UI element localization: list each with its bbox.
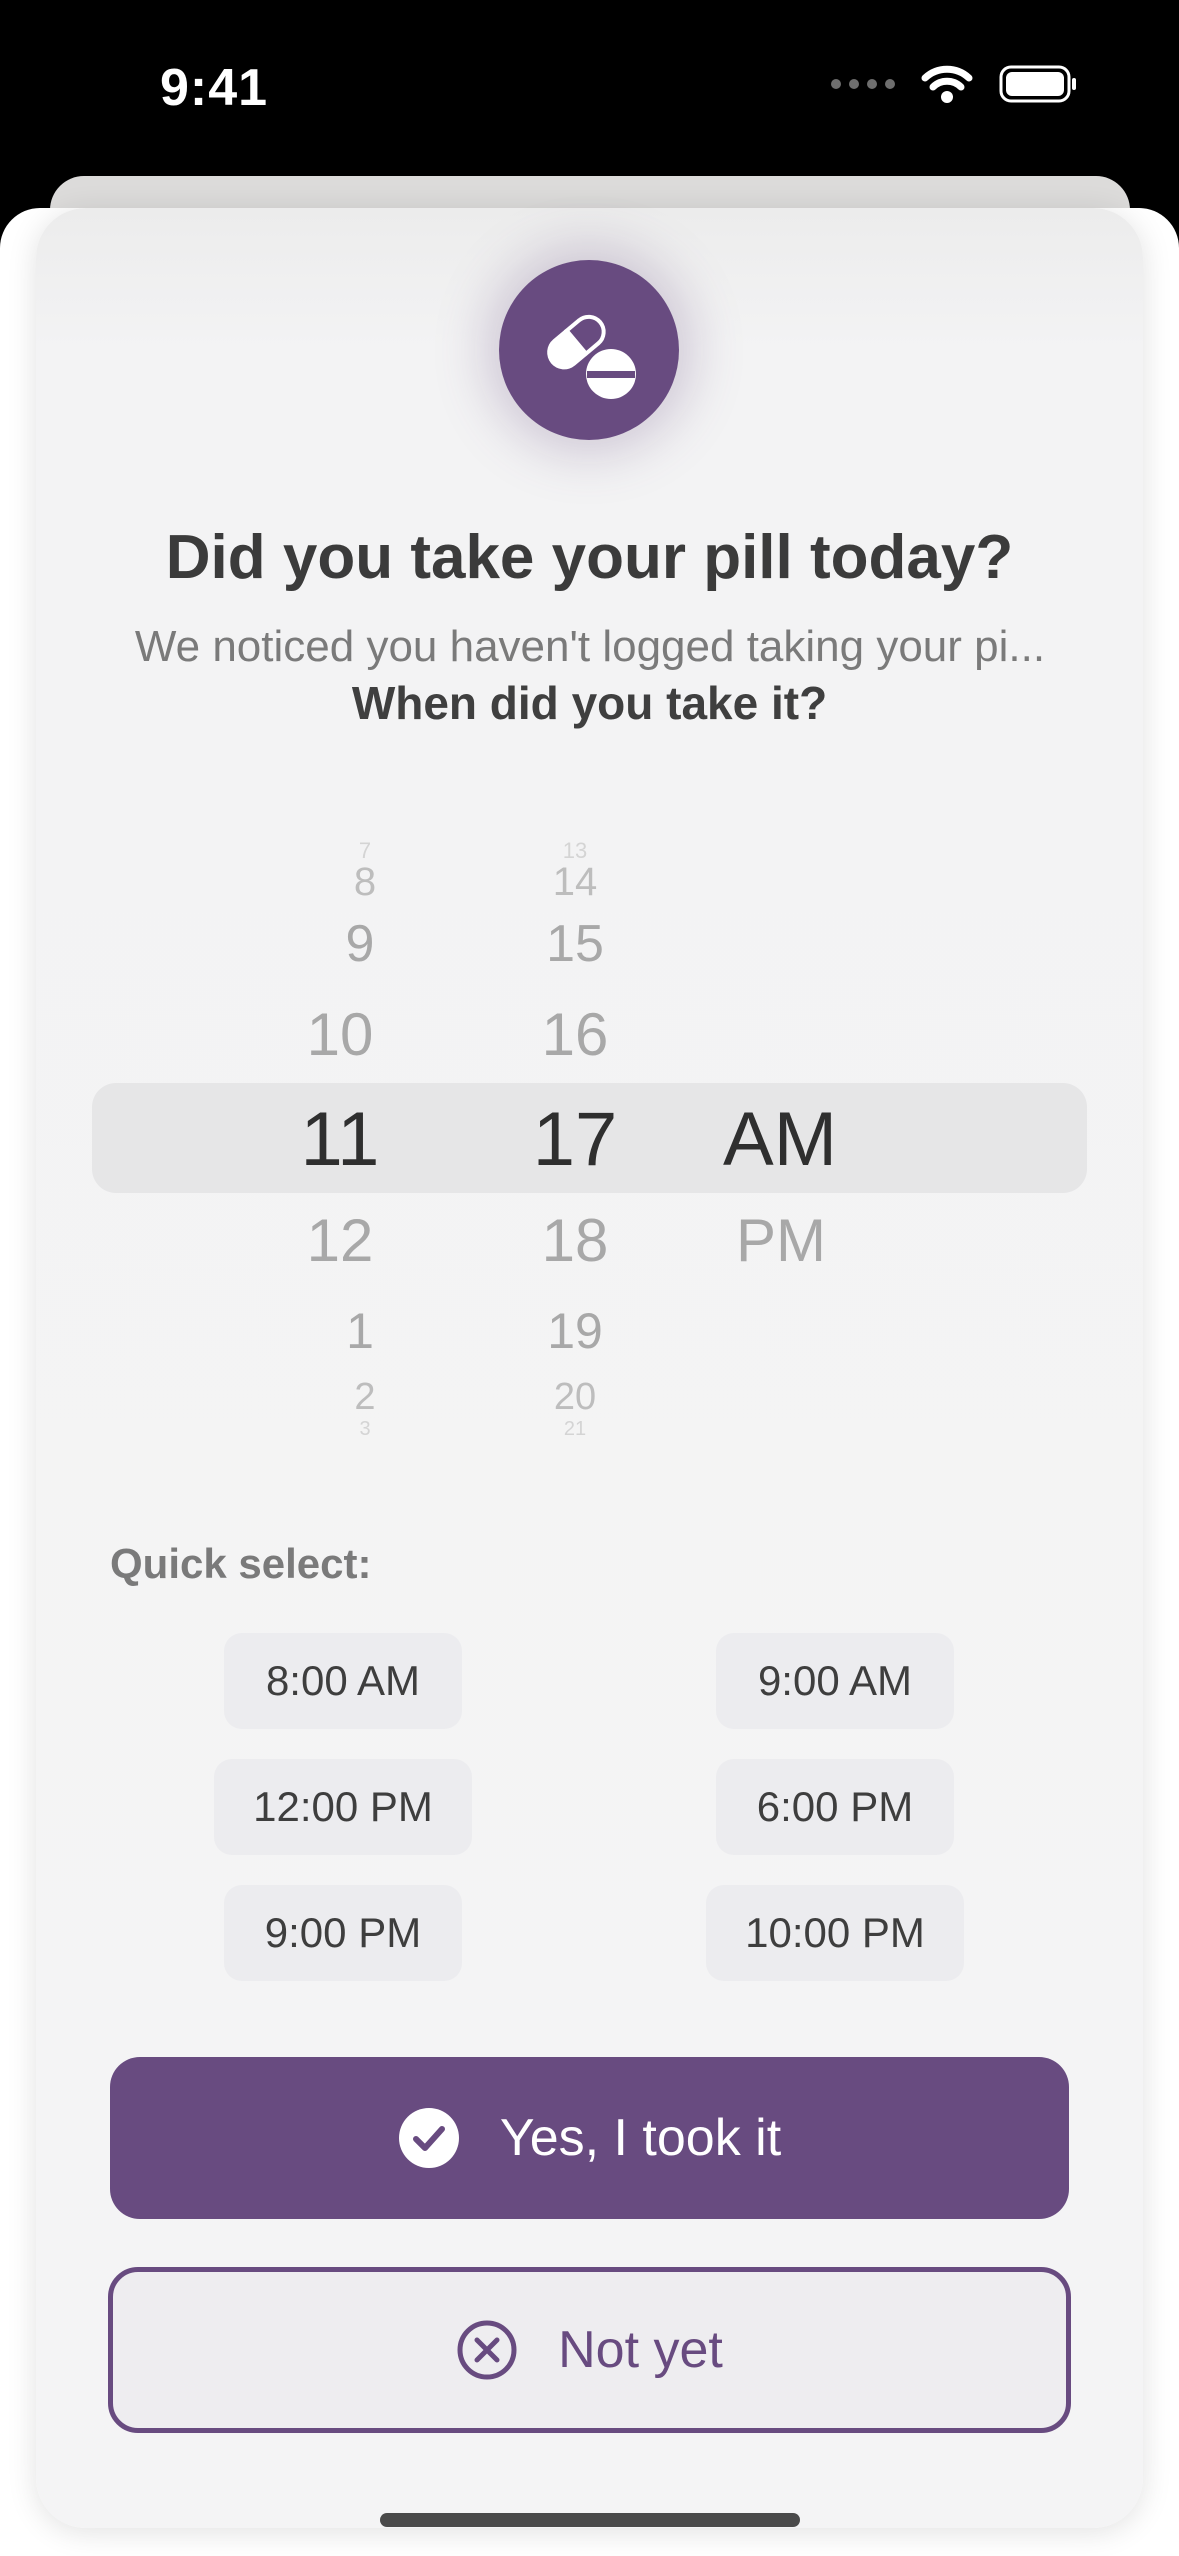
pill-icon (547, 307, 636, 399)
checkmark-circle-icon (398, 2108, 459, 2168)
quick-select-label: Quick select: (110, 1540, 372, 1587)
quick-select-9pm[interactable]: 9:00 PM (224, 1885, 462, 1981)
yes-took-it-button[interactable]: Yes, I took it (110, 2057, 1069, 2219)
hour-option[interactable]: 12 (270, 1206, 410, 1275)
battery-icon (999, 65, 1076, 103)
signal-dots-icon (831, 79, 895, 89)
quick-select-12pm[interactable]: 12:00 PM (214, 1759, 472, 1855)
x-circle-icon (457, 2320, 517, 2380)
quick-select-9am[interactable]: 9:00 AM (716, 1633, 954, 1729)
minute-option[interactable]: 14 (510, 860, 640, 905)
minute-option[interactable]: 21 (510, 1418, 640, 1441)
not-yet-button[interactable]: Not yet (108, 2267, 1071, 2433)
dialog-title: Did you take your pill today? (165, 523, 1014, 592)
minute-option[interactable]: 15 (505, 914, 645, 974)
minute-option[interactable]: 16 (505, 1000, 645, 1069)
quick-select-6pm[interactable]: 6:00 PM (716, 1759, 954, 1855)
status-bar: 9:41 (0, 0, 1179, 180)
hour-option-selected[interactable]: 11 (260, 1096, 420, 1183)
minute-option-selected[interactable]: 17 (495, 1096, 655, 1183)
dialog-subtitle: We noticed you haven't logged taking you… (134, 622, 1046, 671)
hour-option[interactable]: 3 (300, 1418, 430, 1441)
hour-option[interactable]: 8 (300, 860, 430, 905)
status-time: 9:41 (160, 59, 269, 117)
status-indicators (831, 64, 1079, 104)
minute-option[interactable]: 19 (505, 1302, 645, 1360)
pill-badge (499, 260, 679, 440)
wifi-icon (921, 65, 973, 103)
not-yet-button-label: Not yet (558, 2321, 723, 2379)
hour-option[interactable]: 9 (290, 914, 430, 974)
quick-select-10pm[interactable]: 10:00 PM (706, 1885, 964, 1981)
yes-button-label: Yes, I took it (499, 2109, 782, 2167)
period-option[interactable]: PM (706, 1206, 856, 1275)
quick-select-8am[interactable]: 8:00 AM (224, 1633, 462, 1729)
hour-option[interactable]: 1 (290, 1302, 430, 1360)
minute-option[interactable]: 20 (510, 1376, 640, 1419)
home-indicator[interactable] (380, 2513, 800, 2527)
hour-option[interactable]: 2 (300, 1376, 430, 1419)
minute-option[interactable]: 18 (505, 1206, 645, 1275)
time-question: When did you take it? (351, 677, 828, 729)
period-option-selected[interactable]: AM (700, 1096, 860, 1183)
hour-option[interactable]: 10 (270, 1000, 410, 1069)
